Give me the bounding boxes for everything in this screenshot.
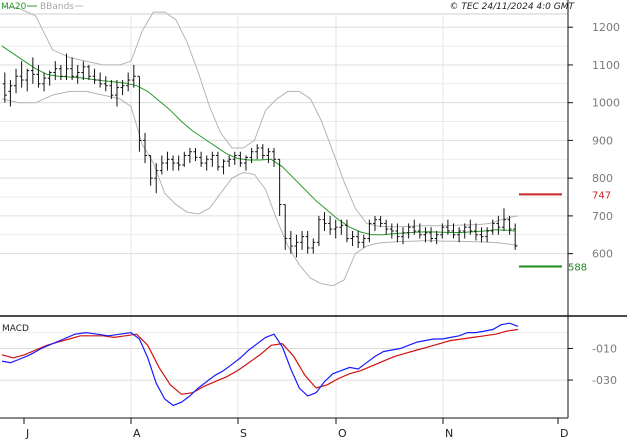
ohlc-bar [389, 223, 394, 239]
ohlc-bar [14, 68, 19, 94]
ohlc-bar [361, 234, 366, 248]
month-label: O [338, 427, 347, 440]
support-level-label: 588 [568, 262, 587, 273]
ohlc-bar [143, 132, 148, 164]
resistance-level-label: 747 [592, 190, 611, 201]
ohlc-bar [356, 230, 361, 248]
price-tick-label: 700 [592, 210, 613, 223]
ohlc-bar [92, 68, 97, 84]
ohlc-bar [126, 72, 131, 92]
ohlc-bar [322, 212, 327, 231]
chart-stage: 747 588 1200 1100 1000 900 800 700 600 -010 -030 J… [0, 0, 627, 440]
price-tick-label: 1000 [592, 97, 620, 110]
price-tick-label: 1100 [592, 59, 620, 72]
ohlc-bar [277, 158, 282, 216]
ohlc-bar [434, 230, 439, 245]
ohlc-bar [350, 230, 355, 247]
ohlc-bar [372, 215, 377, 231]
ohlc-bar [378, 215, 383, 228]
macd-panel [1, 322, 519, 407]
ohlc-bar [266, 147, 271, 164]
ohlc-bar [316, 215, 321, 247]
ohlc-bar [2, 72, 7, 103]
ohlc-bar [58, 64, 63, 81]
ohlc-bar [165, 151, 170, 171]
ohlc-bar [344, 219, 349, 243]
ohlc-bar [204, 155, 209, 171]
price-tick-label: 800 [592, 172, 613, 185]
copyright-text: © TEC 24/11/2024 4:0 GMT [449, 2, 575, 12]
macd-tick-label: -010 [592, 342, 617, 355]
ohlc-bar [300, 230, 305, 250]
ohlc-bar [367, 219, 372, 243]
ohlc-bar [243, 155, 248, 171]
ohlc-bar [249, 147, 254, 164]
ohlc-bar [260, 144, 265, 160]
axis-layer: 1200 1100 1000 900 800 700 600 -010 -030 J A S O N D [0, 0, 627, 440]
ohlc-bar [25, 68, 30, 92]
ohlc-bar [53, 61, 58, 81]
bbands-legend-label: BBands [40, 2, 74, 12]
ohlc-bar [507, 215, 512, 235]
ohlc-bar [176, 155, 181, 171]
ohlc-bar [159, 155, 164, 175]
ohlc-bar [109, 80, 114, 99]
month-label: N [445, 427, 453, 440]
ohlc-bar [255, 144, 260, 160]
price-tick-label: 900 [592, 134, 613, 147]
ohlc-bar [221, 159, 226, 175]
ohlc-bar [513, 223, 518, 250]
month-label: S [240, 427, 247, 440]
ohlc-bar [171, 155, 176, 171]
ohlc-bar [98, 72, 103, 88]
ohlc-bar [339, 219, 344, 235]
ohlc-bar [86, 64, 91, 81]
bollinger-bands [1, 6, 519, 287]
ohlc-bar [333, 219, 338, 239]
macd-title: MACD [2, 324, 29, 334]
ohlc-bar [496, 215, 501, 235]
bbands-lower-line [1, 90, 519, 287]
ohlc-bar [81, 61, 86, 81]
macd-tick-label: -030 [592, 374, 617, 387]
ohlc-bar [227, 155, 232, 167]
price-tick-label: 600 [592, 248, 613, 261]
ohlc-bar [462, 223, 467, 239]
ma20-legend-label: MA20 [1, 2, 27, 12]
month-label: A [133, 427, 141, 440]
grid-layer [0, 13, 568, 418]
ohlc-bar [30, 57, 35, 84]
month-label: J [25, 427, 29, 440]
month-label: D [560, 427, 568, 440]
ohlc-bar [328, 215, 333, 235]
ohlc-bar [272, 147, 277, 167]
price-tick-label: 1200 [592, 21, 620, 34]
level-markers: 747 588 [519, 190, 611, 273]
ohlc-bar [64, 53, 69, 81]
ohlc-bar [311, 238, 316, 254]
ohlc-bar [42, 72, 47, 92]
ohlc-bar [215, 151, 220, 171]
price-chart: 747 588 1200 1100 1000 900 800 700 600 -010 -030 J… [0, 0, 627, 440]
ohlc-bar [187, 147, 192, 164]
bbands-upper-line [1, 6, 519, 228]
ohlc-bar [75, 64, 80, 84]
